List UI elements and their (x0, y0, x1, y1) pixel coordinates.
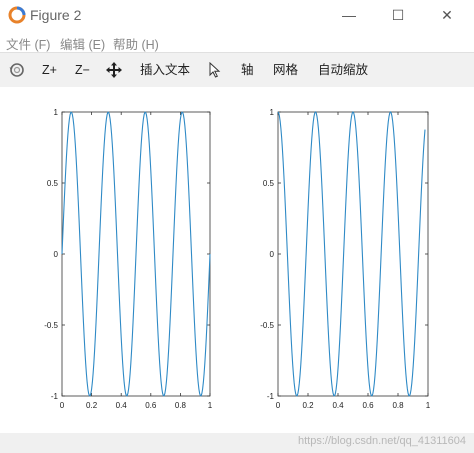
plot-area[interactable]: 0 0.2 0.4 0.6 0.8 1 -1 -0.5 0 0.5 1 0 0.2 0.4 0.6 0.8 1 -… (0, 87, 474, 433)
x-tick-label: 0.2 (302, 401, 314, 410)
minimize-icon: — (342, 7, 356, 23)
x-tick-label: 0.8 (175, 401, 187, 410)
maximize-button[interactable]: ☐ (383, 4, 413, 26)
y-tick-label: 1 (54, 108, 59, 117)
autoscale-button[interactable]: 自动缩放 (318, 61, 368, 79)
x-tick-label: 0 (60, 401, 65, 410)
y-tick-label: -0.5 (44, 321, 58, 330)
insert-text-button[interactable]: 插入文本 (140, 61, 190, 79)
pan-icon[interactable] (106, 62, 122, 78)
menu-file[interactable]: 文件 (F) (6, 34, 50, 53)
x-tick-label: 0.2 (86, 401, 98, 410)
close-icon: ✕ (441, 6, 453, 23)
minimize-button[interactable]: — (334, 4, 364, 26)
y-tick-label: 0 (54, 250, 59, 259)
x-tick-label: 0 (276, 401, 281, 410)
octave-icon (8, 6, 26, 24)
zoom-in-button[interactable]: Z+ (42, 61, 57, 79)
axis-button[interactable]: 轴 (241, 61, 254, 79)
y-tick-label: 0.5 (47, 179, 59, 188)
toolbar: Z+ Z− 插入文本 轴 网格 自动缩放 (0, 52, 474, 88)
rotate-icon[interactable] (9, 62, 25, 78)
y-tick-label: -0.5 (260, 321, 274, 330)
pointer-icon[interactable] (209, 62, 221, 78)
axes-box-2 (277, 111, 429, 397)
title-bar[interactable]: Figure 2 — ☐ ✕ (0, 0, 474, 30)
close-button[interactable]: ✕ (432, 4, 462, 26)
x-tick-label: 0.4 (332, 401, 344, 410)
maximize-icon: ☐ (391, 6, 405, 23)
zoom-out-button[interactable]: Z− (75, 61, 90, 79)
y-tick-label: -1 (267, 392, 275, 401)
watermark-text: https://blog.csdn.net/qq_41311604 (298, 435, 466, 447)
x-tick-label: 0.6 (145, 401, 157, 410)
menu-edit[interactable]: 编辑 (E) (60, 34, 105, 53)
status-bar: https://blog.csdn.net/qq_41311604 (0, 433, 474, 453)
x-tick-label: 0.4 (116, 401, 128, 410)
menu-bar: 文件 (F) 编辑 (E) 帮助 (H) (0, 30, 474, 52)
x-tick-label: 0.6 (362, 401, 374, 410)
window-title: Figure 2 (30, 7, 82, 23)
grid-button[interactable]: 网格 (273, 61, 298, 79)
menu-help[interactable]: 帮助 (H) (113, 34, 159, 53)
y-tick-label: 1 (270, 108, 275, 117)
y-tick-label: 0 (270, 250, 275, 259)
x-tick-label: 1 (208, 401, 213, 410)
y-tick-label: -1 (51, 392, 59, 401)
y-tick-label: 0.5 (263, 179, 275, 188)
figure-canvas: 0 0.2 0.4 0.6 0.8 1 -1 -0.5 0 0.5 1 0 0.2 0.4 0.6 0.8 1 -… (0, 87, 474, 433)
figure-window: Figure 2 — ☐ ✕ 文件 (F) 编辑 (E) 帮助 (H) Z+ Z… (0, 0, 474, 453)
x-tick-label: 1 (426, 401, 431, 410)
x-tick-label: 0.8 (392, 401, 404, 410)
